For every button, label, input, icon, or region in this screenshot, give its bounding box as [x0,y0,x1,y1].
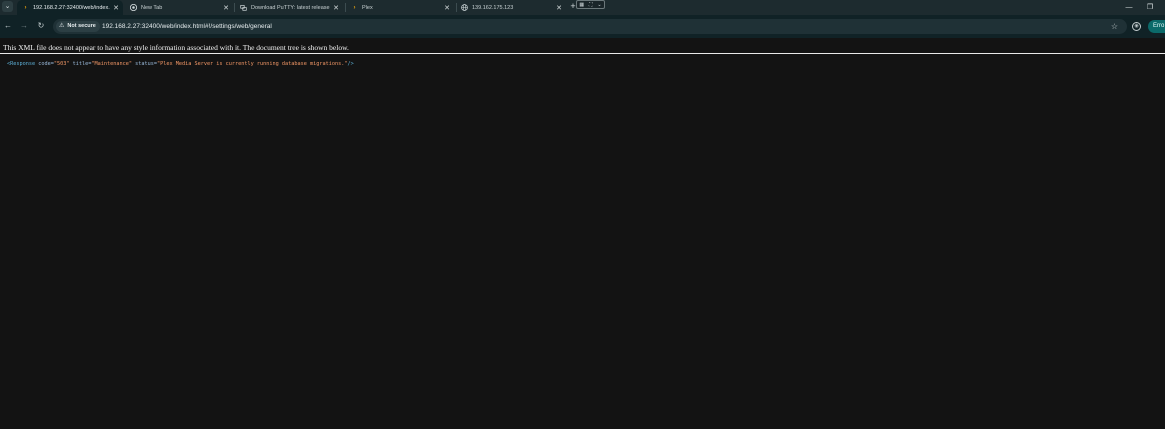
xml-response-node: <Response code="503" title="Maintenance"… [7,61,354,67]
profile-avatar-icon[interactable]: ◉ [1132,22,1141,31]
error-profile-label: Erro [1153,23,1165,29]
chrome-icon [130,4,137,11]
close-icon[interactable]: ✕ [443,4,451,12]
page-content: This XML file does not appear to have an… [0,38,1165,429]
address-bar[interactable]: ⚠ Not secure 192.168.2.27:32400/web/inde… [53,19,1127,34]
chevron-down-icon[interactable]: ⌄ [597,2,601,8]
globe-icon [461,4,468,11]
tab-title: New Tab [141,4,163,11]
fullscreen-icon[interactable]: ⛶ [589,2,593,8]
close-icon[interactable]: ✕ [332,4,340,12]
xml-style-notice: This XML file does not appear to have an… [3,43,349,52]
url-text[interactable]: 192.168.2.27:32400/web/index.html#!/sett… [102,19,272,34]
grid-icon[interactable]: ▦ [579,2,584,8]
plex-chevron-icon: › [24,4,27,11]
tab-search-button[interactable]: ⌄ [2,1,13,12]
browser-toolbar: ← → ↻ ⚠ Not secure 192.168.2.27:32400/we… [0,15,1165,38]
tab-putty[interactable]: Download PuTTY: latest release ✕ [235,0,343,15]
security-chip-label: Not secure [67,23,96,29]
back-button[interactable]: ← [3,21,13,31]
tab-strip: ⌄ › 192.168.2.27:32400/web/index. ✕ New … [0,0,1165,15]
xml-tag-open: <Response [7,61,36,67]
tab-active[interactable]: › 192.168.2.27:32400/web/index. ✕ [17,0,123,15]
putty-icon [240,4,247,11]
xml-attr-code: code= [38,61,54,67]
tab-title: Plex [362,4,373,11]
xml-val-title: "Maintenance" [91,61,132,67]
xml-val-status: "Plex Media Server is currently running … [156,61,348,67]
tab-ip[interactable]: 139.162.175.123 ✕ [456,0,566,15]
xml-attr-title: title= [72,61,92,67]
divider [0,53,1165,54]
chevron-down-icon: ⌄ [4,3,11,10]
minimize-button[interactable]: — [1121,0,1137,15]
tab-plex[interactable]: › Plex ✕ [346,0,454,15]
close-icon[interactable]: ✕ [555,4,563,12]
tab-title: 139.162.175.123 [472,4,514,11]
xml-val-code: "503" [53,61,70,67]
tab-new-tab[interactable]: New Tab ✕ [125,0,233,15]
close-icon[interactable]: ✕ [222,4,230,12]
reload-button[interactable]: ↻ [36,21,46,31]
forward-button[interactable]: → [19,21,29,31]
bookmark-star-icon[interactable]: ☆ [1111,19,1118,34]
tab-title: 192.168.2.27:32400/web/index. [33,4,110,11]
error-profile-button[interactable]: Erro [1148,20,1165,33]
restore-button[interactable]: ❐ [1142,0,1158,15]
plex-chevron-icon: › [353,4,356,11]
security-chip[interactable]: ⚠ Not secure [56,21,100,32]
close-icon[interactable]: ✕ [112,4,120,12]
tab-actions-group[interactable]: ▦ ⛶ ⌄ [576,0,605,9]
tab-title: Download PuTTY: latest release [251,4,330,11]
xml-attr-status: status= [135,61,157,67]
warning-icon: ⚠ [59,23,65,29]
xml-tag-close: /> [347,61,354,67]
